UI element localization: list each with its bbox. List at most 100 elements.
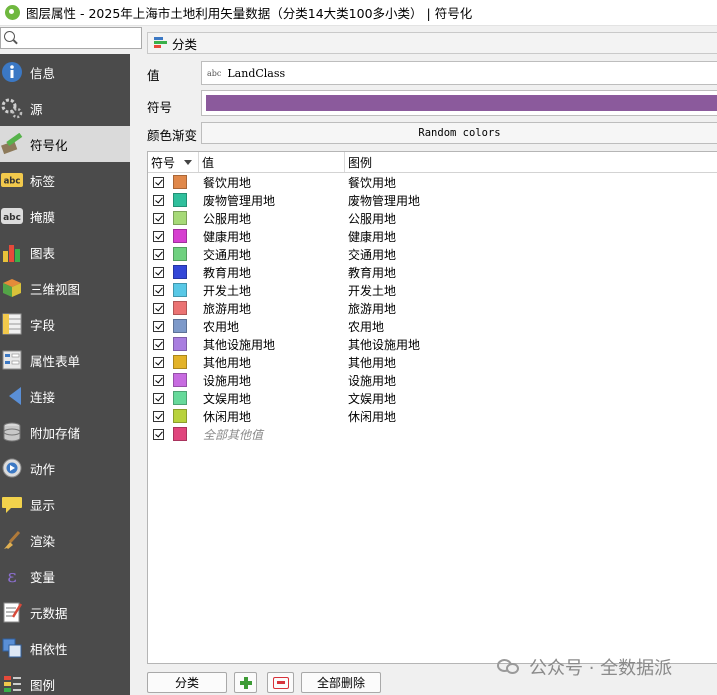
sidebar-item-3d-view[interactable]: 三维视图 [0,270,130,306]
table-row[interactable]: 休闲用地 休闲用地 [148,407,717,425]
category-value[interactable]: 健康用地 [199,228,345,245]
category-value[interactable]: 废物管理用地 [199,192,345,209]
category-checkbox[interactable] [153,212,164,224]
sidebar-item-diagrams[interactable]: 图表 [0,234,130,270]
category-legend[interactable]: 餐饮用地 [345,174,717,191]
table-row[interactable]: 农用地 农用地 [148,317,717,335]
column-header-legend[interactable]: 图例 [345,152,717,172]
category-legend[interactable]: 健康用地 [345,228,717,245]
table-row[interactable]: 教育用地 教育用地 [148,263,717,281]
table-row[interactable]: 交通用地 交通用地 [148,245,717,263]
category-legend[interactable]: 废物管理用地 [345,192,717,209]
category-symbol-swatch[interactable] [173,265,187,279]
sidebar-item-labels[interactable]: abc 标签 [0,162,130,198]
category-value[interactable]: 旅游用地 [199,300,345,317]
category-checkbox[interactable] [153,266,164,278]
sidebar-item-info[interactable]: 信息 [0,54,130,90]
category-legend[interactable]: 公服用地 [345,210,717,227]
sidebar-item-symbology[interactable]: 符号化 [0,126,130,162]
category-checkbox[interactable] [153,302,164,314]
table-row[interactable]: 其他用地 其他用地 [148,353,717,371]
category-value[interactable]: 其他设施用地 [199,336,345,353]
category-symbol-swatch[interactable] [173,373,187,387]
category-checkbox[interactable] [153,338,164,350]
sidebar-item-mask[interactable]: abc 掩膜 [0,198,130,234]
category-value[interactable]: 全部其他值 [199,426,345,443]
category-checkbox[interactable] [153,410,164,422]
category-value[interactable]: 教育用地 [199,264,345,281]
category-checkbox[interactable] [153,428,164,440]
category-checkbox[interactable] [153,176,164,188]
sidebar-item-source[interactable]: 源 [0,90,130,126]
table-row[interactable]: 其他设施用地 其他设施用地 [148,335,717,353]
category-value[interactable]: 设施用地 [199,372,345,389]
category-symbol-swatch[interactable] [173,229,187,243]
value-field-input[interactable]: abc LandClass [201,61,717,85]
category-checkbox[interactable] [153,230,164,242]
category-checkbox[interactable] [153,248,164,260]
category-legend[interactable]: 开发土地 [345,282,717,299]
category-value[interactable]: 开发土地 [199,282,345,299]
category-checkbox[interactable] [153,284,164,296]
category-symbol-swatch[interactable] [173,247,187,261]
category-legend[interactable]: 其他设施用地 [345,336,717,353]
category-symbol-swatch[interactable] [173,409,187,423]
category-symbol-swatch[interactable] [173,175,187,189]
category-value[interactable]: 休闲用地 [199,408,345,425]
table-row-other-values[interactable]: 全部其他值 [148,425,717,443]
table-row[interactable]: 设施用地 设施用地 [148,371,717,389]
category-value[interactable]: 餐饮用地 [199,174,345,191]
category-symbol-swatch[interactable] [173,355,187,369]
category-symbol-swatch[interactable] [173,301,187,315]
add-category-button[interactable] [234,672,257,693]
category-legend[interactable]: 设施用地 [345,372,717,389]
search-input[interactable] [19,30,141,48]
category-checkbox[interactable] [153,320,164,332]
table-row[interactable]: 废物管理用地 废物管理用地 [148,191,717,209]
table-row[interactable]: 餐饮用地 餐饮用地 [148,173,717,191]
category-symbol-swatch[interactable] [173,211,187,225]
category-legend[interactable]: 教育用地 [345,264,717,281]
remove-category-button[interactable] [267,672,294,693]
category-symbol-swatch[interactable] [173,319,187,333]
category-legend[interactable]: 文娱用地 [345,390,717,407]
category-checkbox[interactable] [153,194,164,206]
table-row[interactable]: 开发土地 开发土地 [148,281,717,299]
category-symbol-swatch[interactable] [173,391,187,405]
category-legend[interactable]: 其他用地 [345,354,717,371]
category-legend[interactable]: 旅游用地 [345,300,717,317]
table-row[interactable]: 公服用地 公服用地 [148,209,717,227]
table-row[interactable]: 文娱用地 文娱用地 [148,389,717,407]
category-value[interactable]: 公服用地 [199,210,345,227]
category-checkbox[interactable] [153,392,164,404]
category-symbol-swatch[interactable] [173,283,187,297]
sidebar-item-fields[interactable]: 字段 [0,306,130,342]
sidebar-item-display[interactable]: 显示 [0,486,130,522]
table-row[interactable]: 旅游用地 旅游用地 [148,299,717,317]
sidebar-item-metadata[interactable]: 元数据 [0,594,130,630]
color-ramp-button[interactable]: Random colors [201,122,717,144]
category-legend[interactable]: 交通用地 [345,246,717,263]
delete-all-button[interactable]: 全部删除 [301,672,381,693]
renderer-type-select[interactable]: 分类 [147,32,717,54]
sidebar-item-dependencies[interactable]: 相依性 [0,630,130,666]
category-value[interactable]: 农用地 [199,318,345,335]
column-header-value[interactable]: 值 [199,152,345,172]
sidebar-item-rendering[interactable]: 渲染 [0,522,130,558]
sidebar-item-legend[interactable]: 图例 [0,666,130,695]
sidebar-item-auxiliary-storage[interactable]: 附加存储 [0,414,130,450]
category-legend[interactable]: 农用地 [345,318,717,335]
category-symbol-swatch[interactable] [173,337,187,351]
column-header-symbol[interactable]: 符号 [148,152,199,172]
sidebar-item-actions[interactable]: 动作 [0,450,130,486]
classify-button[interactable]: 分类 [147,672,227,693]
category-symbol-swatch[interactable] [173,427,187,441]
category-value[interactable]: 其他用地 [199,354,345,371]
category-legend[interactable]: 休闲用地 [345,408,717,425]
sidebar-item-joins[interactable]: 连接 [0,378,130,414]
category-symbol-swatch[interactable] [173,193,187,207]
category-checkbox[interactable] [153,356,164,368]
symbol-button[interactable] [201,90,717,116]
category-value[interactable]: 交通用地 [199,246,345,263]
sidebar-search[interactable] [0,27,142,49]
